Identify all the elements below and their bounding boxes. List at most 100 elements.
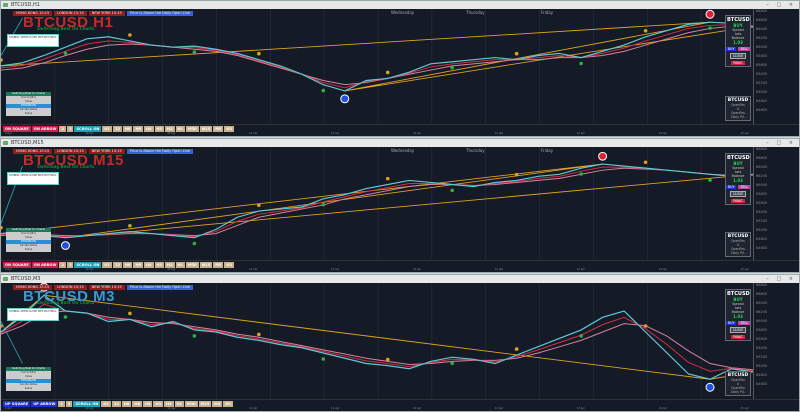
signal-dot bbox=[644, 324, 648, 328]
panic-button[interactable]: PANIC bbox=[731, 199, 744, 203]
signal-dot bbox=[128, 33, 132, 37]
close-button[interactable]: CLOSE bbox=[730, 191, 746, 197]
buy-button[interactable]: BUY bbox=[726, 47, 736, 51]
window-titlebar[interactable]: BTCUSD,M15 – □ × bbox=[1, 139, 799, 147]
price-axis-label: 64600 bbox=[754, 382, 799, 391]
signal-dot bbox=[579, 172, 583, 176]
price-axis-label: 65200 bbox=[754, 81, 799, 90]
sell-arrow-icon bbox=[706, 10, 714, 18]
price-axis-label: 66000 bbox=[754, 319, 799, 328]
time-label: 15 Apr bbox=[741, 132, 749, 136]
price-axis-label: 64600 bbox=[754, 246, 799, 255]
signal-dot bbox=[257, 204, 261, 208]
panic-button[interactable]: PANIC bbox=[731, 61, 744, 65]
positions-line: Daily P/L bbox=[727, 251, 749, 255]
buy-arrow-icon bbox=[706, 383, 714, 391]
time-label: 14 Apr bbox=[659, 268, 667, 272]
price-axis[interactable]: 6680066600664006620066000658006560065400… bbox=[753, 283, 799, 399]
signal-dot bbox=[579, 334, 583, 338]
time-label: 10 Apr bbox=[85, 407, 93, 411]
time-label: 12 Apr bbox=[413, 268, 421, 272]
price-axis-label: 66400 bbox=[754, 27, 799, 36]
chart-window-1[interactable]: BTCUSD,M15 – □ × 668006660066400662006600… bbox=[0, 138, 800, 273]
channel-line bbox=[1, 322, 22, 364]
price-axis-label: 65600 bbox=[754, 201, 799, 210]
signal-dot bbox=[193, 242, 197, 246]
price-axis-label: 66000 bbox=[754, 45, 799, 54]
signal-dot bbox=[128, 312, 132, 316]
buy-arrow-icon bbox=[61, 242, 69, 250]
price-axis-label: 65000 bbox=[754, 364, 799, 373]
buy-button[interactable]: BUY bbox=[726, 185, 736, 189]
window-controls[interactable]: – □ × bbox=[766, 139, 796, 147]
close-button[interactable]: CLOSE bbox=[730, 327, 746, 333]
signal-dot bbox=[450, 361, 454, 365]
signal-dot bbox=[515, 173, 519, 177]
info-table: SYMBOL OPEN CLOSE PIPS BUY/SELL bbox=[7, 172, 59, 185]
buy-button[interactable]: BUY bbox=[726, 321, 736, 325]
signal-dot bbox=[64, 315, 68, 319]
day-label: Thursday bbox=[466, 10, 485, 15]
time-label: 15 Apr bbox=[741, 268, 749, 272]
sell-button[interactable]: SELL bbox=[738, 47, 750, 51]
price-axis[interactable]: 6680066600664006620066000658006560065400… bbox=[753, 147, 799, 260]
time-label: 10 Apr bbox=[85, 268, 93, 272]
signal-dot bbox=[386, 71, 390, 75]
sell-arrow-icon bbox=[599, 152, 607, 160]
price-axis-label: 66400 bbox=[754, 165, 799, 174]
chart-window-0[interactable]: BTCUSD,H1– □ × 6680066600664006620066000… bbox=[0, 0, 800, 137]
info-box-row: Setup bbox=[6, 112, 51, 116]
fast-ma-line bbox=[1, 25, 753, 88]
price-axis-label: 66200 bbox=[754, 310, 799, 319]
window-controls[interactable]: – □ × bbox=[766, 275, 796, 283]
price-axis-label: 66800 bbox=[754, 283, 799, 292]
time-label: 15 Apr bbox=[741, 407, 749, 411]
positions-panel: BTCUSDOpenPos0OpenPosDaily P/L bbox=[725, 96, 751, 121]
window-controls[interactable]: – □ × bbox=[766, 1, 796, 9]
bottom-toolbar: ON SQUAREON ARROW23SCROLL ONH112H8H6H4H3… bbox=[1, 260, 799, 272]
price-note: Price is Above the Daily Open Line bbox=[127, 285, 193, 290]
chart-subtitle: Switching Best On Charts bbox=[37, 164, 94, 169]
price-note: Price is Above the Daily Open Line bbox=[127, 149, 193, 154]
positions-panel: BTCUSDOpenPos0OpenPosDaily P/L bbox=[725, 232, 751, 257]
time-label: 9 Apr bbox=[5, 268, 12, 272]
day-label: Friday bbox=[541, 10, 553, 15]
time-label: 12 Apr bbox=[495, 132, 503, 136]
signal-dot bbox=[321, 357, 325, 361]
close-button[interactable]: CLOSE bbox=[730, 53, 746, 59]
price-axis-label: 65200 bbox=[754, 219, 799, 228]
time-label: 12 Apr bbox=[413, 407, 421, 411]
window-titlebar[interactable]: BTCUSD,H1– □ × bbox=[1, 1, 799, 9]
time-label: 11 Apr bbox=[249, 407, 257, 411]
bottom-toolbar: ON SQUAREON ARROW23SCROLL ONH112H8H6H4H3… bbox=[1, 124, 799, 136]
time-label: 14 Apr bbox=[659, 407, 667, 411]
price-note: Price is Above the Daily Open Line bbox=[127, 11, 193, 16]
signal-dot bbox=[386, 358, 390, 362]
price-axis-label: 66000 bbox=[754, 183, 799, 192]
time-label: 11 Apr bbox=[331, 268, 339, 272]
price-chart[interactable] bbox=[1, 9, 753, 124]
time-label: 10 Apr bbox=[85, 132, 93, 136]
signal-dot bbox=[1, 58, 3, 62]
price-axis-label: 65400 bbox=[754, 72, 799, 81]
chart-window-2[interactable]: BTCUSD,M3– □ × 6680066600664006620066000… bbox=[0, 274, 800, 412]
window-titlebar[interactable]: BTCUSD,M3– □ × bbox=[1, 275, 799, 283]
signal-dot bbox=[321, 203, 325, 207]
price-axis[interactable]: 6680066600664006620066000658006560065400… bbox=[753, 9, 799, 124]
sell-button[interactable]: SELL bbox=[738, 321, 750, 325]
time-label: 11 Apr bbox=[331, 132, 339, 136]
signal-dot bbox=[64, 51, 68, 55]
lot-value: 1.03 bbox=[727, 314, 749, 319]
price-axis-label: 66600 bbox=[754, 156, 799, 165]
price-axis-label: 65000 bbox=[754, 90, 799, 99]
panic-button[interactable]: PANIC bbox=[731, 335, 744, 339]
signal-dot bbox=[257, 333, 261, 337]
fast-ma-line bbox=[1, 167, 753, 237]
info-table: SYMBOL OPEN CLOSE PIPS BUY/SELL bbox=[7, 308, 59, 321]
time-label: 11 Apr bbox=[331, 407, 339, 411]
time-label: 13 Apr bbox=[577, 407, 585, 411]
trade-panel: BTCUSD BUY SpreadLotsBalance 1.03 BUYSEL… bbox=[725, 153, 751, 205]
window-title: BTCUSD,M15 bbox=[11, 140, 44, 146]
sell-button[interactable]: SELL bbox=[738, 185, 750, 189]
time-label: 10 Apr bbox=[167, 268, 175, 272]
